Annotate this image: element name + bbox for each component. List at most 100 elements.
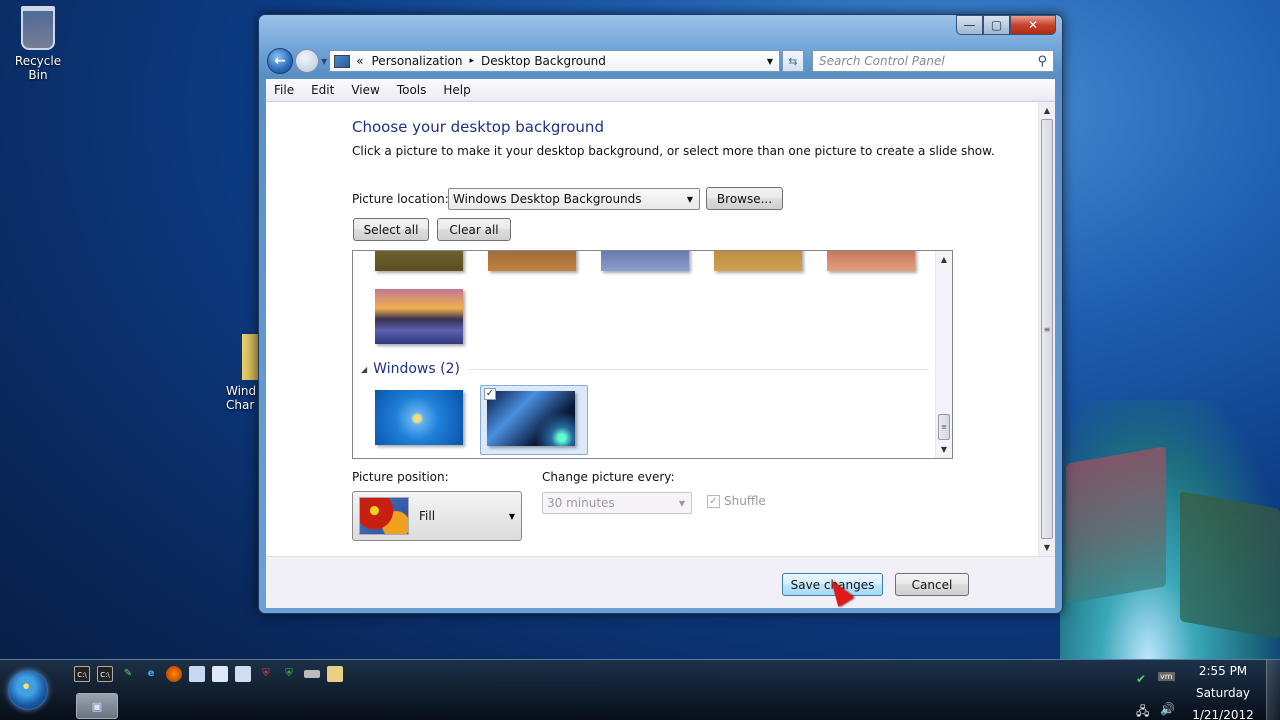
control-panel-window: — ▢ ✕ ← ▼ « Personalization ▸ Desktop Ba… xyxy=(258,14,1063,614)
wallpaper-flag-red xyxy=(1066,446,1166,604)
scroll-down-arrow-icon[interactable]: ▼ xyxy=(1039,539,1055,556)
breadcrumb-personalization[interactable]: Personalization xyxy=(372,54,463,68)
content-scrollbar[interactable]: ▲ ≡ ▼ xyxy=(1038,102,1055,556)
start-button[interactable] xyxy=(8,670,48,710)
clear-all-button[interactable]: Clear all xyxy=(437,218,511,241)
menu-help[interactable]: Help xyxy=(443,83,470,97)
breadcrumb-overflow[interactable]: « xyxy=(356,54,363,68)
picture-location-value: Windows Desktop Backgrounds xyxy=(453,192,642,206)
thumbnail-landscape-6[interactable] xyxy=(375,289,463,344)
thumbnail-landscape-1[interactable] xyxy=(375,251,463,271)
picture-position-label: Picture position: xyxy=(352,470,449,484)
control-panel-icon: ▣ xyxy=(91,699,103,713)
clock-day: Saturday xyxy=(1195,686,1251,700)
quick-launch-toolbar: C:\ C:\ ✎ e ⛨ ⛨ xyxy=(74,666,350,682)
control-panel-icon xyxy=(334,54,351,68)
scroll-down-arrow-icon[interactable]: ▼ xyxy=(936,441,952,458)
page-description: Click a picture to make it your desktop … xyxy=(352,144,995,158)
thumbnail-landscape-5[interactable] xyxy=(827,251,915,271)
picture-location-label: Picture location: xyxy=(352,192,449,206)
taskbar: C:\ C:\ ✎ e ⛨ ⛨ ▣ ✔ vm 🖧 🔊 2:55 PM Satur… xyxy=(0,659,1280,720)
address-dropdown-icon[interactable]: ▼ xyxy=(761,57,779,66)
safely-remove-hardware-icon[interactable]: ✔ xyxy=(1136,672,1146,686)
gallery-scroll-thumb[interactable]: ≡ xyxy=(938,414,950,440)
notepad-icon[interactable] xyxy=(212,666,228,682)
group-label: Windows (2) xyxy=(373,361,460,377)
scroll-up-arrow-icon[interactable]: ▲ xyxy=(936,251,952,268)
change-picture-label: Change picture every: xyxy=(542,470,675,484)
shuffle-checkbox[interactable]: ✓ Shuffle xyxy=(707,494,766,508)
taskbar-button-control-panel[interactable]: ▣ xyxy=(76,693,118,719)
scroll-up-arrow-icon[interactable]: ▲ xyxy=(1039,102,1055,119)
vmware-tools-icon[interactable]: vm xyxy=(1158,672,1175,681)
browse-button[interactable]: Browse... xyxy=(706,187,783,210)
keyboard-icon[interactable] xyxy=(304,670,320,678)
thumbnail-windows-default[interactable] xyxy=(375,390,463,445)
background-gallery: ◢ Windows (2) ✓ ▲ ≡ ▼ xyxy=(352,250,953,459)
picture-location-select[interactable]: Windows Desktop Backgrounds ▼ xyxy=(448,188,700,210)
chevron-down-icon: ▼ xyxy=(508,511,516,521)
breadcrumb-separator-icon[interactable]: ▸ xyxy=(469,56,474,66)
paint-icon[interactable]: ✎ xyxy=(120,666,136,682)
thumbnail-checkbox[interactable]: ✓ xyxy=(484,388,496,400)
security-shield-red-icon[interactable]: ⛨ xyxy=(258,666,274,682)
change-picture-interval-select[interactable]: 30 minutes ▼ xyxy=(542,492,692,514)
calculator-icon[interactable] xyxy=(189,666,205,682)
picture-position-select[interactable]: Fill ▼ xyxy=(352,491,522,541)
menu-tools[interactable]: Tools xyxy=(397,83,427,97)
change-picture-value: 30 minutes xyxy=(547,496,615,510)
chevron-down-icon: ▼ xyxy=(686,194,694,204)
picture-position-value: Fill xyxy=(419,509,436,523)
breadcrumb-desktop-background[interactable]: Desktop Background xyxy=(481,54,606,68)
group-divider xyxy=(467,368,929,370)
thumbnail-landscape-4[interactable] xyxy=(714,251,802,271)
thumbnail-landscape-3[interactable] xyxy=(601,251,689,271)
content-area: Choose your desktop background Click a p… xyxy=(266,102,1055,556)
address-bar[interactable]: « Personalization ▸ Desktop Background ▼ xyxy=(329,50,780,72)
content-scroll-thumb[interactable]: ≡ xyxy=(1041,119,1053,539)
thumbnail-windows-burst[interactable] xyxy=(487,391,575,446)
page-title: Choose your desktop background xyxy=(352,118,604,136)
dialog-footer: Save changes Cancel xyxy=(266,556,1055,608)
collapse-triangle-icon[interactable]: ◢ xyxy=(361,365,367,374)
network-icon[interactable]: 🖧 xyxy=(1136,702,1149,720)
firefox-icon[interactable] xyxy=(166,666,182,682)
recent-pages-dropdown-icon[interactable]: ▼ xyxy=(321,57,327,66)
command-prompt-icon[interactable]: C:\ xyxy=(97,666,113,682)
forward-button[interactable] xyxy=(295,49,319,73)
caption-buttons: — ▢ ✕ xyxy=(956,15,1056,35)
internet-explorer-icon[interactable]: e xyxy=(143,666,159,682)
recycle-bin-icon xyxy=(21,6,55,50)
cancel-button[interactable]: Cancel xyxy=(895,573,969,596)
clock[interactable]: 2:55 PM Saturday 1/21/2012 xyxy=(1190,660,1256,720)
clock-time: 2:55 PM xyxy=(1198,664,1248,678)
select-all-button[interactable]: Select all xyxy=(353,218,429,241)
desktop-icon-label: Recycle Bin xyxy=(14,54,62,82)
position-preview-image xyxy=(359,497,409,535)
wordpad-icon[interactable] xyxy=(235,666,251,682)
folder-icon[interactable] xyxy=(327,666,343,682)
refresh-icon: ⇆ xyxy=(788,54,798,68)
maximize-button[interactable]: ▢ xyxy=(983,15,1010,35)
thumbnail-landscape-2[interactable] xyxy=(488,251,576,271)
shuffle-label: Shuffle xyxy=(724,494,766,508)
menu-bar: File Edit View Tools Help xyxy=(266,79,1055,102)
thumbnail-windows-selected-frame[interactable]: ✓ xyxy=(480,385,588,455)
clock-date: 1/21/2012 xyxy=(1192,708,1254,720)
search-input[interactable]: Search Control Panel ⚲ xyxy=(812,50,1054,72)
command-prompt-icon[interactable]: C:\ xyxy=(74,666,90,682)
show-desktop-button[interactable] xyxy=(1266,660,1280,720)
desktop-icon-recycle-bin[interactable]: Recycle Bin xyxy=(4,6,72,82)
back-button[interactable]: ← xyxy=(267,48,293,74)
menu-file[interactable]: File xyxy=(274,83,294,97)
security-shield-green-icon[interactable]: ⛨ xyxy=(281,666,297,682)
refresh-button[interactable]: ⇆ xyxy=(782,50,804,72)
search-icon[interactable]: ⚲ xyxy=(1037,54,1047,69)
volume-icon[interactable]: 🔊 xyxy=(1160,702,1175,716)
gallery-scrollbar[interactable]: ▲ ≡ ▼ xyxy=(935,251,952,458)
close-button[interactable]: ✕ xyxy=(1010,15,1056,35)
menu-view[interactable]: View xyxy=(351,83,379,97)
minimize-button[interactable]: — xyxy=(956,15,983,35)
menu-edit[interactable]: Edit xyxy=(311,83,334,97)
group-header-windows[interactable]: ◢ Windows (2) xyxy=(361,361,929,377)
